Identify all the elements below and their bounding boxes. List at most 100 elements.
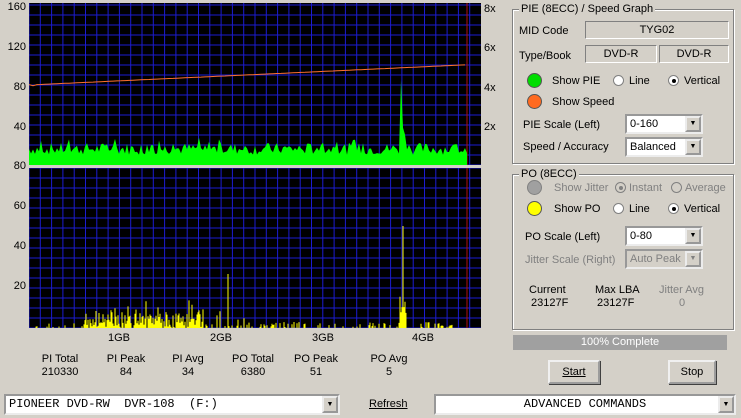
show-pie-button[interactable] — [527, 73, 542, 88]
jitter-average-label: Average — [685, 182, 726, 194]
show-po-label: Show PO — [554, 203, 601, 215]
max-lba-label: Max LBA — [595, 284, 640, 296]
jitter-avg-label: Jitter Avg — [659, 284, 705, 296]
po-group-title: PO (8ECC) — [519, 168, 579, 180]
current-label: Current — [529, 284, 566, 296]
po-graph — [28, 167, 481, 329]
stat-label: PI Avg — [172, 353, 204, 365]
jitter-scale-select[interactable]: Auto Peak ▼ — [625, 249, 703, 269]
pie-graph — [28, 3, 481, 166]
progress-bar: 100% Complete — [513, 335, 727, 350]
pie-y-tick: 80 — [13, 160, 26, 172]
stat-value: 210330 — [41, 366, 79, 378]
stat-po-avg: PO Avg 5 — [359, 353, 419, 379]
stat-value: 84 — [119, 366, 133, 378]
stat-label: PI Total — [41, 353, 79, 365]
po-line-radio[interactable] — [613, 203, 624, 214]
dropdown-arrow-icon[interactable]: ▼ — [685, 139, 701, 155]
stat-label: PO Peak — [293, 353, 339, 365]
stat-value: 34 — [181, 366, 195, 378]
po-y-tick: 60 — [13, 200, 26, 212]
dropdown-arrow-icon[interactable]: ▼ — [685, 251, 701, 267]
speed-y-tick: 6x — [484, 42, 496, 54]
refresh-button[interactable]: Refresh — [369, 398, 408, 410]
stat-value: 6380 — [240, 366, 266, 378]
pie-y-tick: 40 — [13, 121, 26, 133]
jitter-instant-label: Instant — [629, 182, 663, 194]
pie-line-label: Line — [629, 75, 650, 87]
stat-label: PO Total — [232, 353, 274, 365]
stat-value: 51 — [309, 366, 323, 378]
pie-speed-plot — [28, 3, 481, 166]
drive-select[interactable]: PIONEER DVD-RW DVR-108 (F:) ▼ — [4, 394, 340, 415]
dropdown-arrow-icon[interactable]: ▼ — [685, 116, 701, 132]
po-y-tick: 20 — [13, 280, 26, 292]
speed-accuracy-label: Speed / Accuracy — [523, 141, 609, 153]
po-scale-select[interactable]: 0-80 ▼ — [625, 226, 703, 246]
po-scale-value: 0-80 — [630, 230, 653, 242]
stop-button[interactable]: Stop — [668, 360, 716, 384]
pie-vertical-radio[interactable] — [668, 75, 679, 86]
show-speed-button[interactable] — [527, 94, 542, 109]
current-value: 23127F — [531, 297, 569, 309]
stat-pi-avg: PI Avg 34 — [158, 353, 218, 379]
type-book-label: Type/Book — [519, 50, 571, 62]
speed-y-tick: 8x — [484, 3, 496, 15]
pie-vertical-label: Vertical — [684, 75, 721, 87]
max-lba-value: 23127F — [597, 297, 635, 309]
mid-code-label: MID Code — [519, 25, 569, 37]
stat-label: PO Avg — [370, 353, 408, 365]
pie-group-title: PIE (8ECC) / Speed Graph — [519, 3, 656, 15]
jitter-scale-label: Jitter Scale (Right) — [525, 254, 616, 266]
stat-po-total: PO Total 6380 — [223, 353, 283, 379]
pie-y-tick: 120 — [7, 41, 26, 53]
po-scale-label: PO Scale (Left) — [525, 231, 601, 243]
jitter-scale-value: Auto Peak — [630, 253, 681, 265]
book-field: DVD-R — [659, 45, 729, 63]
show-jitter-button[interactable] — [527, 180, 542, 195]
advanced-commands-value: ADVANCED COMMANDS — [523, 397, 647, 411]
pie-y-tick: 80 — [13, 81, 26, 93]
show-speed-label: Show Speed — [552, 96, 615, 108]
jitter-average-radio[interactable] — [671, 182, 682, 193]
dropdown-arrow-icon[interactable]: ▼ — [685, 228, 701, 244]
dropdown-arrow-icon[interactable]: ▼ — [322, 396, 338, 413]
x-tick: 2GB — [210, 332, 233, 344]
speed-accuracy-select[interactable]: Balanced ▼ — [625, 137, 703, 157]
speed-accuracy-value: Balanced — [630, 141, 676, 153]
advanced-commands-select[interactable]: ADVANCED COMMANDS ▼ — [434, 394, 736, 415]
stat-label: PI Peak — [106, 353, 146, 365]
type-field: DVD-R — [585, 45, 657, 63]
speed-y-tick: 4x — [484, 82, 496, 94]
stat-po-peak: PO Peak 51 — [286, 353, 346, 379]
po-y-tick: 40 — [13, 240, 26, 252]
stat-pi-peak: PI Peak 84 — [96, 353, 156, 379]
jitter-instant-radio[interactable] — [615, 182, 626, 193]
stat-pi-total: PI Total 210330 — [30, 353, 90, 379]
pie-speed-group: PIE (8ECC) / Speed Graph MID Code TYG02 … — [512, 3, 734, 164]
stop-button-label: Stop — [680, 366, 704, 378]
x-tick: 4GB — [412, 332, 435, 344]
pie-y-tick: 160 — [7, 1, 26, 13]
pie-scale-select[interactable]: 0-160 ▼ — [625, 114, 703, 134]
start-button-label: Start — [562, 366, 586, 378]
po-plot — [28, 167, 481, 329]
x-tick: 1GB — [108, 332, 131, 344]
po-vertical-label: Vertical — [684, 203, 721, 215]
po-line-label: Line — [629, 203, 650, 215]
pie-line-radio[interactable] — [613, 75, 624, 86]
drive-select-value: PIONEER DVD-RW DVR-108 (F:) — [9, 397, 218, 411]
po-group: PO (8ECC) Show Jitter Instant Average Sh… — [512, 168, 734, 330]
dropdown-arrow-icon[interactable]: ▼ — [718, 396, 734, 413]
show-po-button[interactable] — [527, 201, 542, 216]
speed-y-tick: 2x — [484, 121, 496, 133]
stat-value: 5 — [385, 366, 393, 378]
x-tick: 3GB — [312, 332, 335, 344]
pie-area — [29, 80, 467, 165]
start-button[interactable]: Start — [548, 360, 600, 384]
pie-scale-label: PIE Scale (Left) — [523, 119, 601, 131]
po-vertical-radio[interactable] — [668, 203, 679, 214]
mid-code-field: TYG02 — [585, 21, 729, 39]
jitter-avg-value: 0 — [679, 297, 686, 309]
show-jitter-label: Show Jitter — [554, 182, 609, 194]
